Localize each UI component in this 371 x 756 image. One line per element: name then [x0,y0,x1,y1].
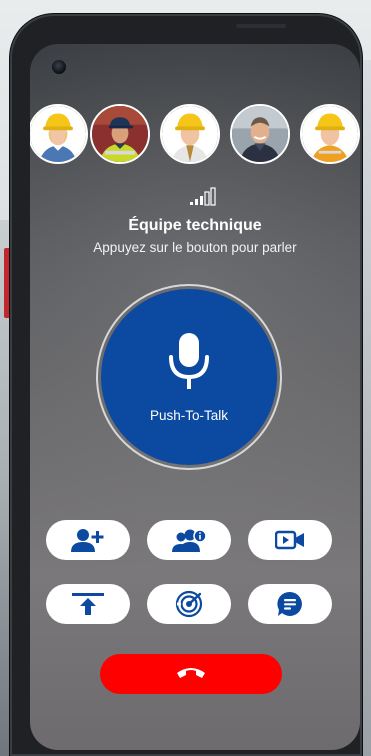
group-name: Équipe technique [128,217,262,234]
participant-avatar[interactable] [300,104,360,164]
push-to-talk-button[interactable]: Push-To-Talk [101,289,277,465]
radar-icon [175,590,203,618]
add-user-button[interactable] [46,520,130,560]
chat-button[interactable] [248,584,332,624]
hang-up-button[interactable] [100,654,282,694]
phone-top-button [236,24,286,28]
chat-icon [277,591,303,617]
participant-avatar[interactable] [90,104,150,164]
participant-avatars [30,104,360,168]
front-camera [52,60,66,74]
video-camera-icon [275,530,305,550]
phone-screen: Équipe technique Appuyez sur le bouton p… [30,44,360,750]
phone-hangup-icon [175,664,207,685]
participant-avatar[interactable] [160,104,220,164]
microphone-icon [168,331,210,398]
video-call-button[interactable] [248,520,332,560]
ptt-ring: Push-To-Talk [96,284,282,470]
ptt-instruction: Appuyez sur le bouton pour parler [93,240,297,255]
radar-button[interactable] [147,584,231,624]
upload-button[interactable] [46,584,130,624]
participant-avatar[interactable] [230,104,290,164]
ptt-label: Push-To-Talk [149,408,229,423]
group-info-button[interactable] [147,520,231,560]
group-info-icon [171,528,207,552]
participant-avatar[interactable] [30,104,88,164]
signal-strength-icon [189,186,217,206]
phone-device: Équipe technique Appuyez sur le bouton p… [10,14,362,756]
upload-icon [72,593,104,615]
add-user-icon [71,528,105,552]
